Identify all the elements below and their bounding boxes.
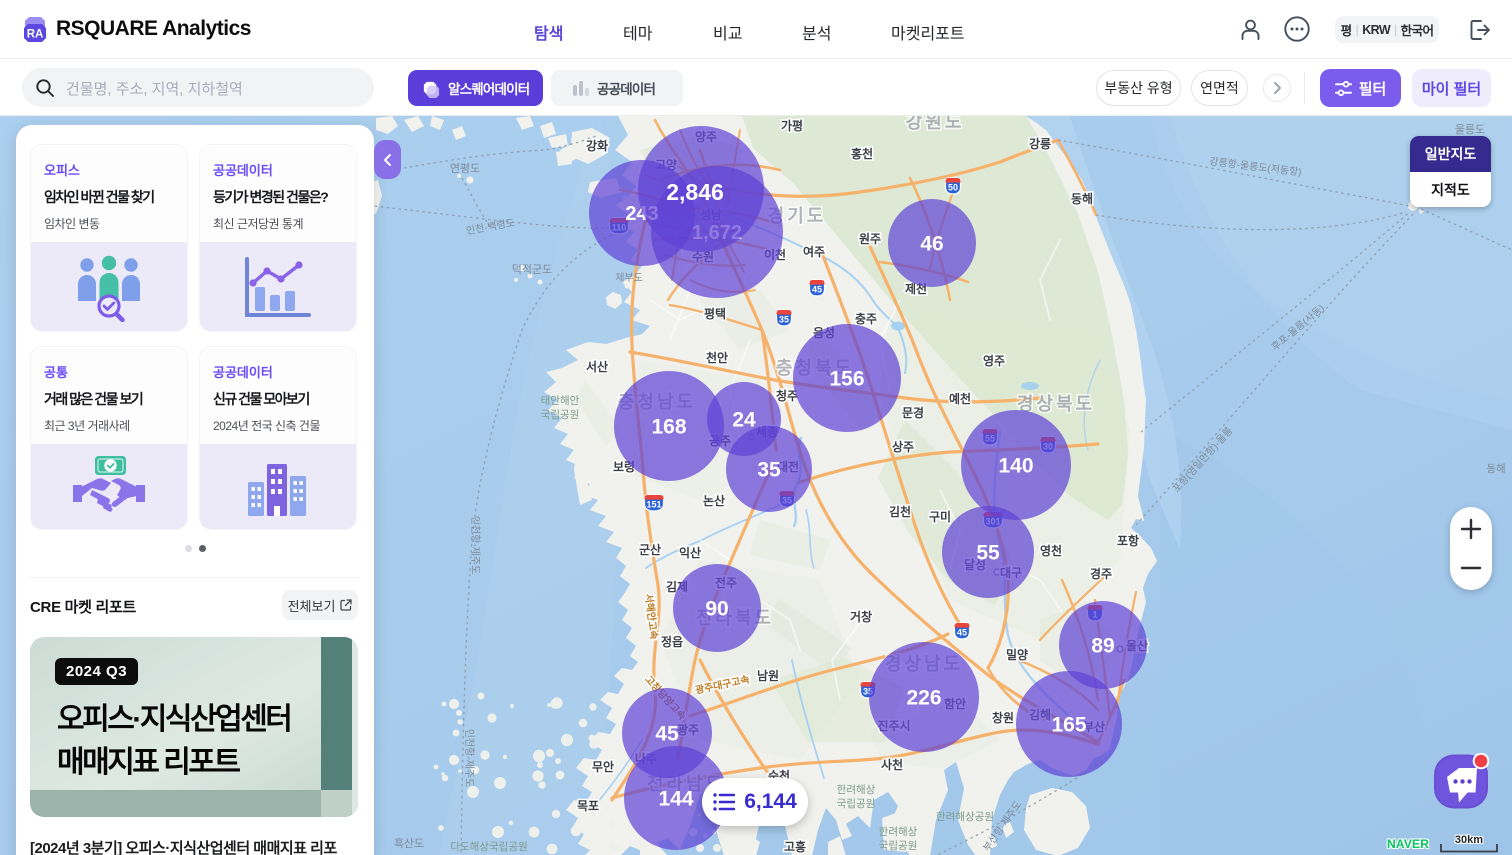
- svg-text:46: 46: [920, 232, 943, 255]
- svg-text:예천: 예천: [949, 391, 971, 406]
- svg-text:평택: 평택: [704, 306, 726, 321]
- svg-text:거창: 거창: [850, 609, 872, 624]
- svg-text:연평도: 연평도: [450, 162, 480, 175]
- svg-text:울릉도: 울릉도: [1455, 123, 1485, 136]
- svg-text:165: 165: [1051, 713, 1086, 736]
- svg-text:경상북도: 경상북도: [1017, 394, 1095, 414]
- svg-text:140: 140: [998, 454, 1033, 477]
- svg-text:논산: 논산: [703, 493, 725, 508]
- svg-text:50: 50: [948, 183, 958, 193]
- svg-text:목포: 목포: [577, 799, 599, 813]
- svg-text:서산: 서산: [586, 359, 608, 374]
- svg-text:영주: 영주: [983, 353, 1005, 368]
- svg-text:제부도: 제부도: [615, 272, 643, 284]
- svg-text:90: 90: [705, 597, 728, 620]
- svg-text:다도해상국립공원: 다도해상국립공원: [450, 840, 527, 853]
- svg-text:남원: 남원: [757, 668, 779, 683]
- svg-text:RA: RA: [27, 29, 44, 41]
- svg-text:덕적군도: 덕적군도: [512, 263, 552, 276]
- svg-text:151: 151: [646, 500, 661, 510]
- svg-text:35: 35: [779, 315, 789, 325]
- svg-text:포항: 포항: [1117, 533, 1139, 548]
- svg-text:한려해상: 한려해상: [879, 825, 918, 838]
- svg-text:원주: 원주: [859, 232, 881, 246]
- svg-text:익산: 익산: [679, 545, 701, 560]
- svg-text:군산: 군산: [639, 542, 661, 557]
- svg-text:156: 156: [829, 367, 864, 390]
- svg-text:밀양: 밀양: [1006, 647, 1028, 662]
- svg-text:24: 24: [732, 408, 756, 431]
- svg-text:국립공원: 국립공원: [837, 797, 876, 810]
- svg-text:홍천: 홍천: [851, 146, 873, 161]
- svg-text:45: 45: [957, 628, 967, 638]
- svg-text:인천항-제주도: 인천항-제주도: [469, 516, 481, 575]
- svg-text:226: 226: [906, 686, 941, 709]
- svg-text:문경: 문경: [902, 406, 924, 420]
- svg-text:국립공원: 국립공원: [879, 839, 918, 852]
- svg-text:2,846: 2,846: [666, 179, 724, 205]
- svg-text:55: 55: [976, 541, 1000, 564]
- svg-text:정읍: 정읍: [661, 634, 683, 649]
- svg-text:144: 144: [658, 787, 693, 810]
- svg-text:45: 45: [655, 722, 679, 745]
- svg-text:영천: 영천: [1040, 543, 1062, 558]
- svg-text:국립공원: 국립공원: [541, 408, 580, 421]
- svg-text:사천: 사천: [881, 757, 903, 772]
- svg-text:흑산도: 흑산도: [394, 836, 424, 850]
- svg-text:강원도: 강원도: [906, 116, 965, 132]
- svg-text:구미: 구미: [929, 509, 951, 524]
- svg-text:168: 168: [651, 415, 686, 438]
- svg-text:상주: 상주: [892, 439, 914, 454]
- svg-text:충주: 충주: [855, 311, 877, 326]
- svg-text:동해: 동해: [1486, 462, 1505, 475]
- svg-text:태안해안: 태안해안: [541, 394, 580, 407]
- svg-text:고흥: 고흥: [784, 839, 806, 854]
- svg-text:무안: 무안: [592, 759, 614, 774]
- svg-text:45: 45: [812, 285, 822, 295]
- svg-text:김천: 김천: [889, 504, 911, 519]
- svg-text:가평: 가평: [781, 118, 803, 133]
- svg-text:인천항-제주도: 인천항-제주도: [463, 729, 475, 788]
- svg-text:강릉: 강릉: [1029, 136, 1051, 151]
- svg-text:경주: 경주: [1090, 567, 1112, 581]
- svg-text:89: 89: [1091, 634, 1114, 657]
- svg-text:한려해상공원: 한려해상공원: [936, 810, 994, 823]
- svg-text:창원: 창원: [992, 710, 1014, 725]
- svg-text:한려해상: 한려해상: [837, 783, 876, 796]
- svg-text:강화: 강화: [586, 138, 608, 153]
- svg-text:여주: 여주: [803, 244, 825, 259]
- svg-text:35: 35: [757, 458, 781, 481]
- svg-text:동해: 동해: [1071, 192, 1093, 206]
- svg-text:천안: 천안: [706, 350, 728, 365]
